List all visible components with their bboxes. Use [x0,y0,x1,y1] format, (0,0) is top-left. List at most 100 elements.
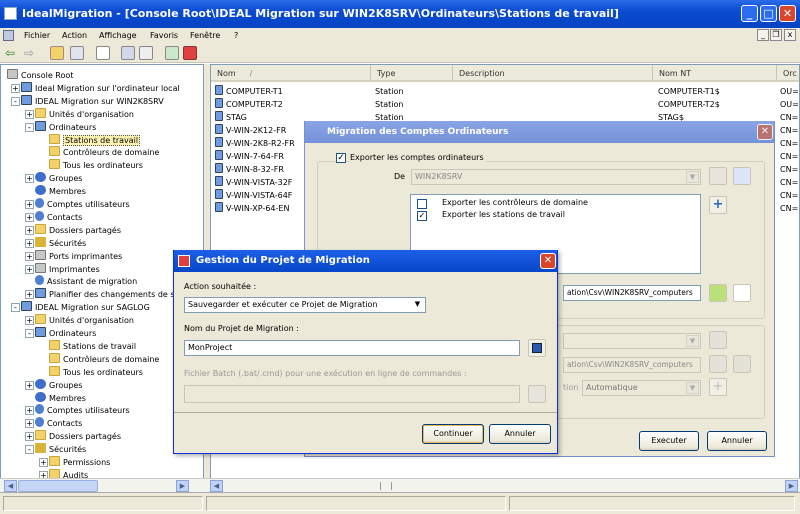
tree-node[interactable]: Planifier des changements de s [35,288,175,301]
tree-expander[interactable]: + [25,251,34,261]
migration-tool-icon[interactable] [183,46,197,60]
column-header-nom-nt[interactable]: Nom NT [653,65,777,82]
option-workstations-checkbox[interactable]: ✓ [417,211,427,221]
up-folder-icon[interactable] [50,46,64,60]
table-row[interactable]: COMPUTER-T1 Station COMPUTER-T1$ OU= [211,85,799,98]
dialog-comptes-titlebar[interactable]: Migration des Comptes Ordinateurs [305,121,774,143]
tree-expander[interactable]: + [25,432,34,442]
save-icon[interactable] [528,339,546,357]
tree-node[interactable]: IDEAL Migration sur SAGLOG [21,301,150,314]
tree-node[interactable]: Tous les ordinateurs [49,159,143,172]
projet-cancel-button[interactable]: Annuler [489,424,551,444]
refresh-icon[interactable] [165,46,179,60]
tree-node[interactable]: IDEAL Migration sur WIN2K8SRV [21,94,164,108]
tree-node[interactable]: Dossiers partagés [35,223,121,237]
import-view-icon[interactable] [733,355,751,373]
tree-expander[interactable]: + [25,380,34,390]
tree-node[interactable]: Console Root [7,69,73,82]
tree-node[interactable]: Stations de travail [49,133,141,147]
forward-icon[interactable]: ⇨ [24,46,38,60]
menu-affichage[interactable]: Affichage [99,28,137,43]
tree-expander[interactable]: + [25,200,34,209]
de-dropdown[interactable]: WIN2K8SRV ▼ [411,169,701,185]
tree-expander[interactable]: - [25,445,34,455]
tree-node[interactable]: Sécurités [35,443,86,456]
column-header-nom[interactable]: Nom / [211,65,371,82]
tree-expander[interactable]: - [11,303,20,313]
mode-dropdown[interactable]: Automatique ▼ [582,380,701,396]
tree-node[interactable]: Stations de travail [49,339,136,353]
menu-help[interactable]: ? [234,28,238,43]
maximize-button[interactable]: □ [760,5,777,22]
comptes-cancel-button[interactable]: Annuler [707,431,767,451]
show-tree-icon[interactable] [70,46,84,60]
tree-expander[interactable]: + [39,458,48,467]
execute-button[interactable]: Executer [639,431,699,451]
tree-node[interactable]: Membres [35,391,86,405]
tree-expander[interactable]: + [25,264,34,274]
tree-node[interactable]: Contacts [35,210,82,224]
menu-fichier[interactable]: Fichier [24,28,50,43]
tree-node[interactable]: Permissions [49,456,110,469]
project-name-input[interactable]: MonProject [184,340,520,356]
scroll-thumb[interactable] [18,480,98,492]
column-header-description[interactable]: Description [453,65,653,82]
batch-browse-icon[interactable] [528,385,546,403]
server-browse-icon[interactable] [709,167,727,185]
window-titlebar[interactable]: IdealMigration - [Console Root\IDEAL Mig… [0,0,800,28]
tree-expander[interactable]: + [25,316,34,326]
tree-node[interactable]: Unités d'organisation [35,107,134,121]
export-checkbox[interactable]: ✓ [336,153,346,163]
tree-node[interactable]: Groupes [35,378,82,392]
menu-action[interactable]: Action [62,28,87,43]
tree-node[interactable]: Sécurités [35,236,86,250]
tree-node[interactable]: Contrôleurs de domaine [49,146,159,159]
table-row[interactable]: COMPUTER-T2 Station COMPUTER-T2$ OU= [211,98,799,111]
import-source-dropdown[interactable]: ▼ [563,333,701,349]
tree-node[interactable]: Contrôleurs de domaine [49,352,159,366]
view-file-icon[interactable] [733,284,751,302]
tree-expander[interactable]: - [25,329,34,338]
export-list-icon[interactable] [96,46,110,60]
mdi-close-button[interactable]: x [784,29,796,41]
tree-expander[interactable]: + [11,83,20,93]
tree-node[interactable]: Ideal Migration sur l'ordinateur local [21,81,180,95]
help-icon[interactable] [121,46,135,60]
list-scroll-right-icon[interactable]: ▶ [785,480,798,492]
action-dropdown[interactable]: Sauvegarder et exécuter ce Projet de Mig… [184,297,426,313]
column-header-org[interactable]: Orc [777,65,799,82]
mdi-restore-button[interactable]: ❐ [770,29,782,41]
tree-expander[interactable]: + [25,290,34,300]
tree-expander[interactable]: + [25,406,34,416]
tree-node[interactable]: Assistant de migration [35,275,137,288]
tree-expander[interactable]: - [25,122,34,132]
tree-expander[interactable]: - [11,96,20,106]
option-dc-checkbox[interactable] [417,199,427,209]
tree-expander[interactable]: + [25,238,34,248]
menu-favoris[interactable]: Favoris [150,28,178,43]
add-option-icon[interactable]: + [709,196,727,214]
scroll-right-icon[interactable]: ▶ [176,480,189,492]
dialog-projet-titlebar[interactable]: Gestion du Projet de Migration [174,250,557,272]
import-path-field[interactable]: ation\Csv\WIN2K8SRV_computers [563,357,701,373]
batch-file-input[interactable] [184,385,520,403]
tree-node[interactable]: Comptes utilisateurs [35,198,130,211]
tree-expander[interactable]: + [25,419,34,429]
mdi-minimize-button[interactable]: _ [757,29,769,41]
dialog-projet-close-button[interactable]: ✕ [540,253,556,269]
tree-node[interactable]: Groupes [35,172,82,185]
scroll-left-icon[interactable]: ◀ [4,480,17,492]
tree-node[interactable]: Dossiers partagés [35,430,121,443]
tree-expander[interactable]: + [25,225,34,235]
tree-node[interactable]: Tous les ordinateurs [49,365,143,379]
tree-node[interactable]: Ports imprimantes [35,249,122,263]
tree-node[interactable]: Ordinateurs [35,120,96,134]
horizontal-scrollbar[interactable]: ◀ ▶ ◀ ▶ [0,478,800,492]
add-mode-icon[interactable]: + [709,378,727,396]
import-server-icon[interactable] [709,331,727,349]
tree-expander[interactable]: + [25,109,34,119]
tree-node[interactable]: Comptes utilisateurs [35,404,130,417]
continue-button[interactable]: Continuer [422,424,484,444]
back-icon[interactable]: ⇦ [5,46,19,60]
tree-node[interactable]: Unités d'organisation [35,314,134,327]
